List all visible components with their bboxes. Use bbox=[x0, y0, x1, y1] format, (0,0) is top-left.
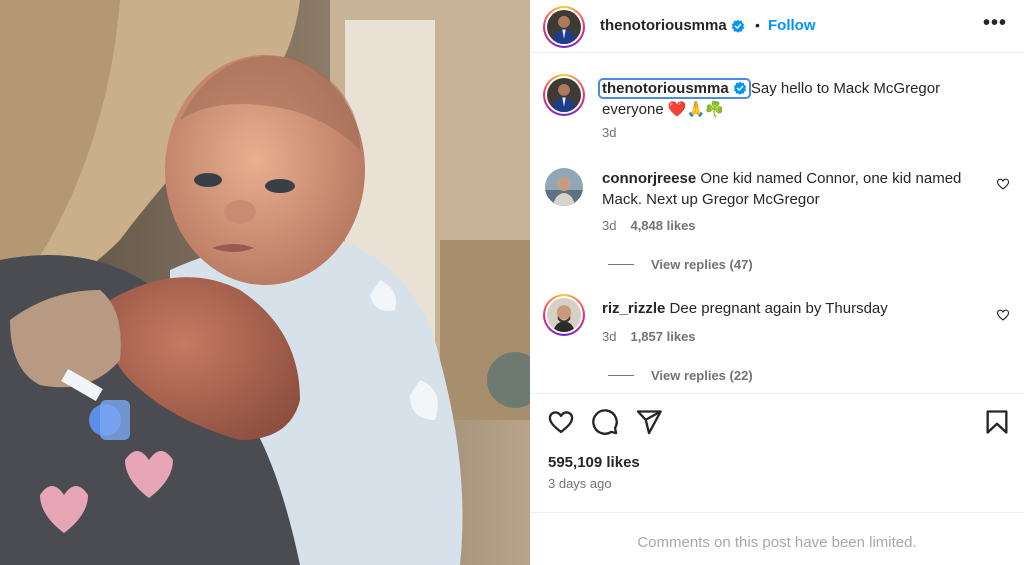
heart-icon bbox=[548, 411, 574, 434]
post-date[interactable]: 3 days ago bbox=[548, 476, 612, 491]
actions-divider bbox=[530, 393, 1024, 394]
baby-photo-image bbox=[0, 0, 530, 565]
share-icon bbox=[636, 410, 662, 435]
caption-time[interactable]: 3d bbox=[602, 125, 616, 140]
commenter-avatar-image bbox=[547, 298, 581, 332]
view-replies-button[interactable]: View replies (22) bbox=[608, 368, 753, 383]
caption-avatar-image bbox=[547, 78, 581, 112]
bookmark-icon bbox=[986, 410, 1008, 434]
view-replies-button[interactable]: View replies (47) bbox=[608, 257, 753, 272]
replies-divider-line bbox=[608, 264, 634, 265]
author-username[interactable]: thenotoriousmma bbox=[600, 17, 745, 34]
comment-like-heart-icon[interactable] bbox=[996, 177, 1010, 191]
like-button[interactable] bbox=[547, 408, 575, 436]
more-options-icon[interactable]: ••• bbox=[983, 12, 1007, 35]
caption-username-text: thenotoriousmma bbox=[602, 80, 729, 97]
save-button[interactable] bbox=[983, 408, 1011, 436]
comment-time[interactable]: 3d bbox=[602, 218, 616, 233]
share-button[interactable] bbox=[635, 408, 663, 436]
comment-likes[interactable]: 4,848 likes bbox=[630, 218, 695, 233]
comment-body: connorjreese One kid named Connor, one k… bbox=[602, 168, 987, 210]
replies-divider-line bbox=[608, 375, 634, 376]
comment-button[interactable] bbox=[591, 408, 619, 436]
comments-limited-notice: Comments on this post have been limited. bbox=[637, 534, 917, 551]
post-photo[interactable] bbox=[0, 0, 530, 565]
verified-badge-icon bbox=[733, 81, 746, 95]
post-likes-count[interactable]: 595,109 likes bbox=[548, 454, 640, 471]
comment-body: riz_rizzle Dee pregnant again by Thursda… bbox=[602, 298, 987, 319]
comment-time[interactable]: 3d bbox=[602, 329, 616, 344]
comment-like-heart-icon[interactable] bbox=[996, 308, 1010, 322]
author-avatar[interactable] bbox=[543, 6, 585, 48]
commenter-avatar[interactable] bbox=[543, 294, 585, 336]
comment-meta: 3d 1,857 likes bbox=[602, 329, 696, 344]
author-username-text: thenotoriousmma bbox=[600, 17, 727, 34]
comment-icon bbox=[592, 409, 618, 435]
caption-avatar[interactable] bbox=[543, 74, 585, 116]
view-replies-label: View replies (22) bbox=[651, 368, 753, 383]
comment-meta: 3d 4,848 likes bbox=[602, 218, 696, 233]
post-header: thenotoriousmma • Follow ••• bbox=[530, 0, 1024, 53]
author-avatar-image bbox=[547, 10, 581, 44]
post-caption: thenotoriousmma Say hello to Mack McGreg… bbox=[598, 78, 992, 120]
commenter-avatar-image bbox=[545, 168, 583, 206]
separator-dot: • bbox=[755, 17, 760, 33]
caption-username[interactable]: thenotoriousmma bbox=[598, 78, 751, 99]
view-replies-label: View replies (47) bbox=[651, 257, 753, 272]
comments-divider bbox=[530, 512, 1024, 513]
commenter-avatar[interactable] bbox=[545, 168, 583, 206]
verified-badge-icon bbox=[731, 19, 744, 33]
post-side-panel: thenotoriousmma • Follow ••• thenotoriou… bbox=[530, 0, 1024, 565]
follow-button[interactable]: Follow bbox=[768, 17, 816, 34]
comment-likes[interactable]: 1,857 likes bbox=[630, 329, 695, 344]
comment-username[interactable]: connorjreese bbox=[602, 170, 696, 187]
comment-text: Dee pregnant again by Thursday bbox=[669, 300, 888, 317]
comment-username[interactable]: riz_rizzle bbox=[602, 300, 665, 317]
